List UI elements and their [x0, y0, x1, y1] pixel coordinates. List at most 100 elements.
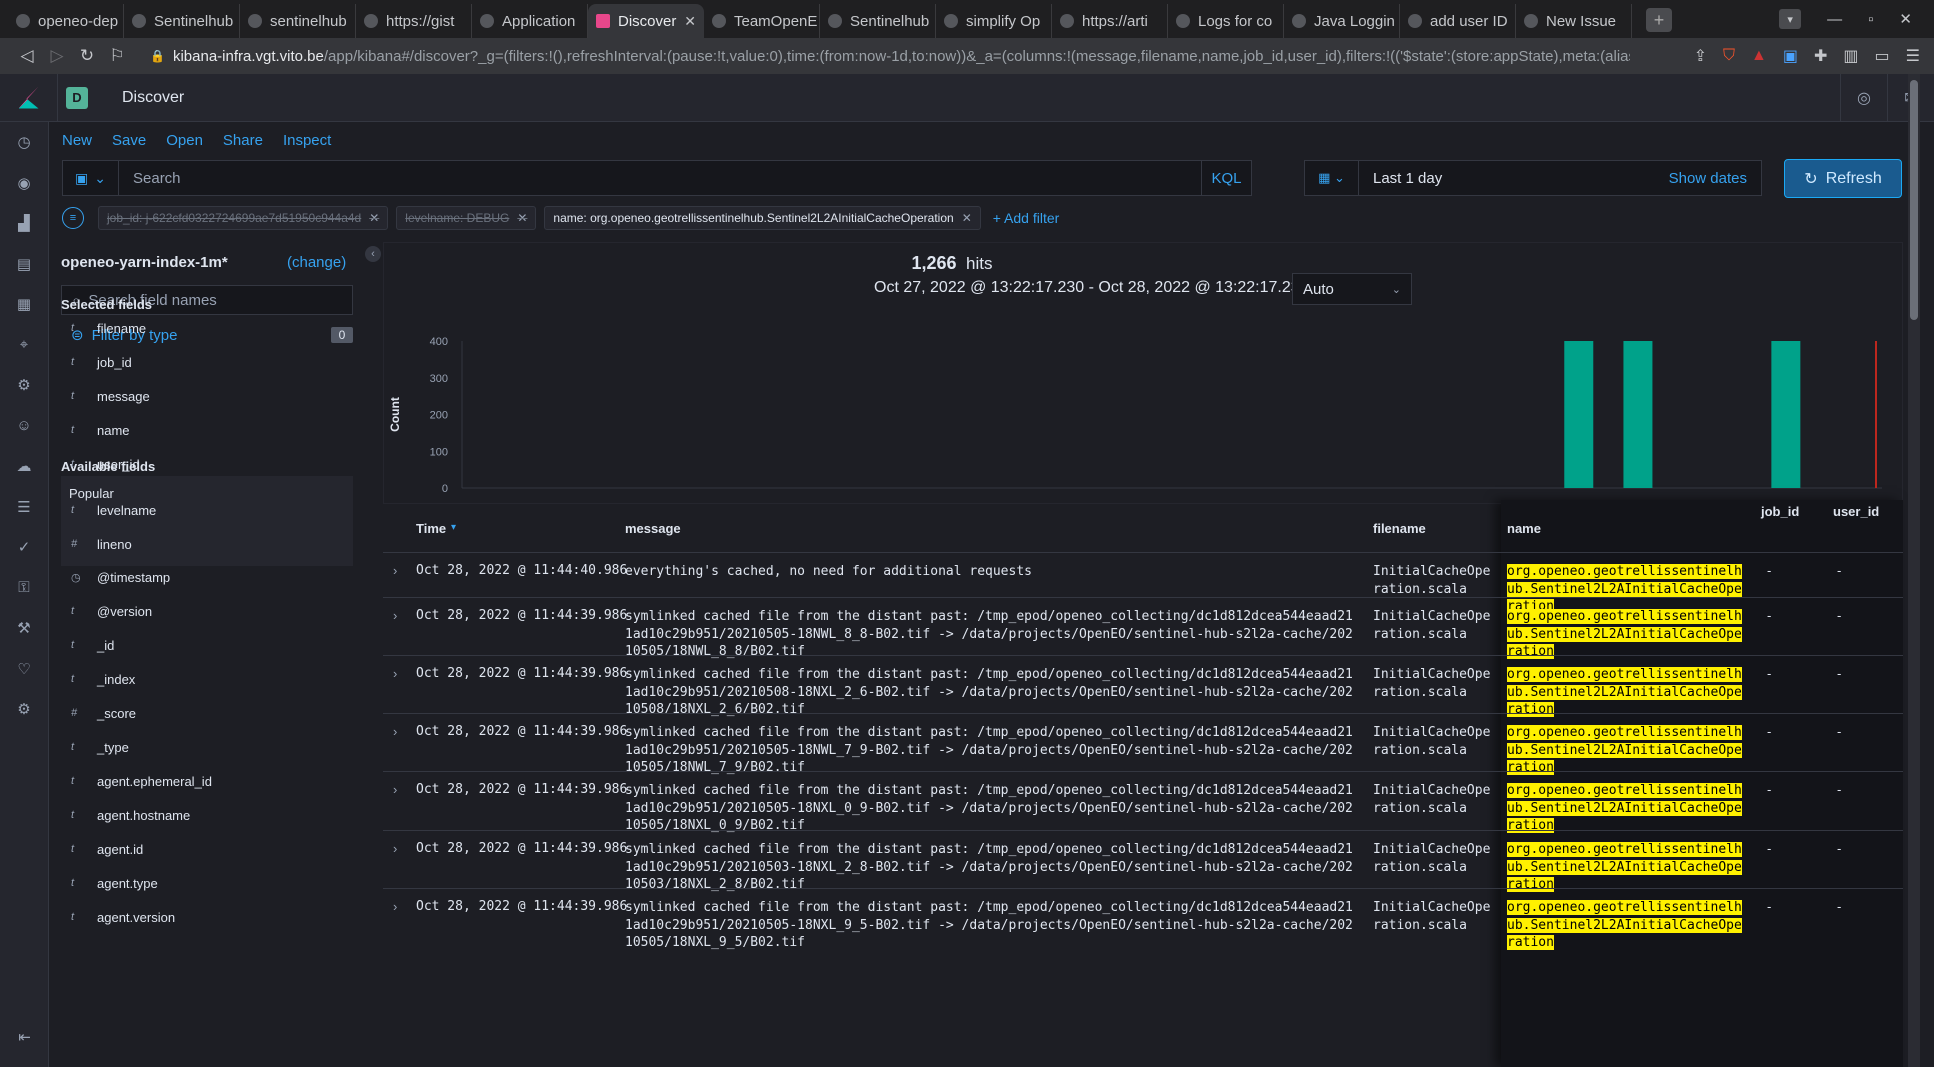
- field-item[interactable]: t agent.id: [61, 832, 353, 866]
- browser-tab[interactable]: add user ID: [1400, 4, 1516, 38]
- minimize-icon[interactable]: —: [1827, 11, 1842, 28]
- filter-remove-icon[interactable]: ✕: [517, 211, 527, 225]
- tab-search-icon[interactable]: ▾: [1779, 9, 1802, 29]
- top-menu-save[interactable]: Save: [112, 132, 146, 149]
- close-window-icon[interactable]: ✕: [1899, 10, 1912, 28]
- interval-select[interactable]: Auto ⌄: [1292, 273, 1412, 305]
- table-row[interactable]: › Oct 28, 2022 @ 11:44:39.986 symlinked ca…: [383, 713, 1903, 775]
- collapse-nav-icon[interactable]: ⇤: [0, 1017, 49, 1058]
- field-item[interactable]: t agent.type: [61, 866, 353, 900]
- date-range[interactable]: Last 1 day: [1359, 170, 1669, 187]
- bookmark-icon[interactable]: ⚐: [102, 46, 132, 66]
- puzzle-icon[interactable]: ✚: [1814, 46, 1827, 66]
- saved-query-button[interactable]: ▣ ⌄: [63, 161, 119, 195]
- forward-icon[interactable]: ▷: [42, 46, 72, 66]
- browser-tab[interactable]: https://gist: [356, 4, 472, 38]
- monitoring-icon[interactable]: ♡: [0, 649, 48, 690]
- browser-tab[interactable]: Logs for co: [1168, 4, 1284, 38]
- calendar-icon[interactable]: ▦ ⌄: [1305, 161, 1359, 195]
- visualize-icon[interactable]: ▟: [0, 203, 48, 244]
- column-header-time[interactable]: Time: [416, 521, 446, 536]
- filter-pill[interactable]: job_id: j-622cfd0322724699ae7d51950c944a…: [98, 206, 389, 230]
- browser-tab[interactable]: simplify Op: [936, 4, 1052, 38]
- expand-row-icon[interactable]: ›: [393, 666, 397, 681]
- top-menu-new[interactable]: New: [62, 132, 92, 149]
- browser-tab[interactable]: Sentinelhub: [124, 4, 240, 38]
- field-item[interactable]: t _type: [61, 730, 353, 764]
- logs-icon[interactable]: ☰: [0, 487, 48, 528]
- share-icon[interactable]: ⇪: [1694, 46, 1707, 66]
- browser-tab[interactable]: Application: [472, 4, 588, 38]
- table-row[interactable]: › Oct 28, 2022 @ 11:44:39.986 symlinked ca…: [383, 830, 1903, 892]
- back-icon[interactable]: ◁: [12, 46, 42, 66]
- discover-icon[interactable]: ◉: [0, 163, 48, 204]
- search-input[interactable]: Search: [119, 170, 1201, 187]
- tab-close-icon[interactable]: ✕: [684, 13, 696, 30]
- expand-row-icon[interactable]: ›: [393, 608, 397, 623]
- field-item[interactable]: t message: [61, 379, 353, 413]
- table-row[interactable]: › Oct 28, 2022 @ 11:44:39.986 symlinked ca…: [383, 771, 1903, 833]
- apm-icon[interactable]: ✓: [0, 527, 48, 568]
- top-menu-open[interactable]: Open: [166, 132, 203, 149]
- management-icon[interactable]: ⚙: [0, 689, 48, 730]
- browser-tab[interactable]: openeo-dep: [8, 4, 124, 38]
- space-badge[interactable]: D: [66, 86, 88, 109]
- expand-row-icon[interactable]: ›: [393, 563, 397, 578]
- dashboard-icon[interactable]: ▤: [0, 244, 48, 285]
- field-item[interactable]: t agent.version: [61, 900, 353, 934]
- filter-remove-icon[interactable]: ✕: [369, 211, 379, 225]
- menu-icon[interactable]: ☰: [1906, 46, 1920, 66]
- maximize-icon[interactable]: ▫: [1868, 11, 1873, 28]
- field-item[interactable]: t user_id: [61, 447, 353, 481]
- ml-icon[interactable]: ⚙: [0, 365, 48, 406]
- devtools-icon[interactable]: ⚒: [0, 608, 48, 649]
- expand-row-icon[interactable]: ›: [393, 841, 397, 856]
- change-index-link[interactable]: (change): [287, 254, 346, 271]
- kibana-logo[interactable]: [0, 73, 58, 122]
- field-item[interactable]: # _score: [61, 696, 353, 730]
- collapse-sidebar-icon[interactable]: ‹: [365, 246, 381, 262]
- reload-icon[interactable]: ↻: [72, 46, 102, 66]
- refresh-button[interactable]: ↻ Refresh: [1784, 159, 1902, 198]
- infra-icon[interactable]: ☁: [0, 446, 48, 487]
- filter-remove-icon[interactable]: ✕: [962, 211, 972, 225]
- column-header-message[interactable]: message: [625, 521, 681, 536]
- sidebar-icon[interactable]: ▥: [1843, 46, 1858, 66]
- table-row[interactable]: › Oct 28, 2022 @ 11:44:39.986 symlinked ca…: [383, 597, 1903, 659]
- field-item[interactable]: ◷ @timestamp: [61, 560, 353, 594]
- table-row[interactable]: › Oct 28, 2022 @ 11:44:39.986 symlinked ca…: [383, 655, 1903, 717]
- top-menu-share[interactable]: Share: [223, 132, 263, 149]
- brave-rewards-icon[interactable]: ▲: [1751, 47, 1767, 65]
- browser-tab[interactable]: Discover ✕: [588, 4, 704, 38]
- expand-row-icon[interactable]: ›: [393, 899, 397, 914]
- table-row[interactable]: › Oct 28, 2022 @ 11:44:40.986 everything's…: [383, 552, 1903, 614]
- page-scrollbar[interactable]: [1908, 74, 1920, 1067]
- canvas-icon[interactable]: ▦: [0, 284, 48, 325]
- browser-tab[interactable]: TeamOpenE: [704, 4, 820, 38]
- new-tab-button[interactable]: +: [1646, 8, 1672, 32]
- recent-icon[interactable]: ◷: [0, 122, 48, 163]
- address-bar[interactable]: 🔒 kibana-infra.vgt.vito.be/app/kibana#/d…: [150, 38, 1630, 74]
- security-icon[interactable]: ⚿: [0, 568, 48, 609]
- brave-shield-icon[interactable]: ⛉: [1723, 47, 1735, 65]
- scrollbar-thumb[interactable]: [1910, 80, 1918, 320]
- field-item[interactable]: t levelname: [61, 493, 353, 527]
- field-item[interactable]: t _index: [61, 662, 353, 696]
- kql-toggle[interactable]: KQL: [1201, 161, 1251, 195]
- browser-tab[interactable]: New Issue: [1516, 4, 1632, 38]
- field-item[interactable]: t name: [61, 413, 353, 447]
- field-item[interactable]: t filename: [61, 311, 353, 345]
- field-item[interactable]: t agent.hostname: [61, 798, 353, 832]
- field-item[interactable]: # lineno: [61, 527, 353, 561]
- sort-arrow-icon[interactable]: ▾: [451, 522, 456, 533]
- show-dates-link[interactable]: Show dates: [1669, 170, 1761, 187]
- column-header-name[interactable]: name: [1507, 521, 1541, 536]
- browser-tab[interactable]: https://arti: [1052, 4, 1168, 38]
- top-menu-inspect[interactable]: Inspect: [283, 132, 331, 149]
- field-item[interactable]: t agent.ephemeral_id: [61, 764, 353, 798]
- field-item[interactable]: t job_id: [61, 345, 353, 379]
- help-icon[interactable]: ◎: [1840, 74, 1887, 122]
- column-header-job-id[interactable]: job_id: [1761, 504, 1799, 519]
- field-item[interactable]: t @version: [61, 594, 353, 628]
- maps-icon[interactable]: ⌖: [0, 325, 48, 366]
